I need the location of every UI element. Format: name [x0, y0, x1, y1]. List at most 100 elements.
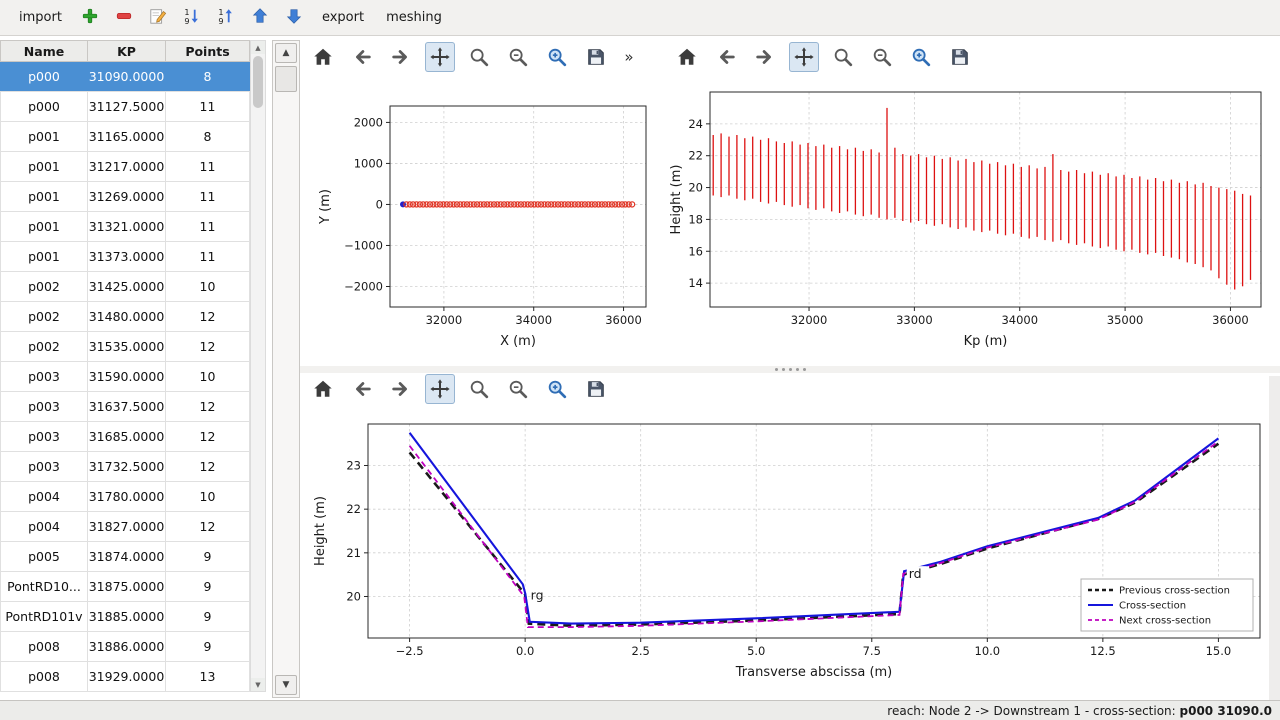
table-row[interactable]: p00431780.000010	[0, 482, 250, 512]
zoom-rect-icon	[546, 46, 568, 68]
panel-scrollbar-thumb[interactable]	[275, 66, 297, 92]
table-row[interactable]: p00031090.00008	[0, 62, 250, 92]
longitudinal-profile-plot[interactable]: 3200033000340003500036000141618202224Kp …	[665, 80, 1277, 365]
scroll-down-icon[interactable]: ▼	[251, 678, 265, 691]
cell-kp: 31929.0000	[88, 662, 166, 691]
table-row[interactable]: p00131373.000011	[0, 242, 250, 272]
table-row[interactable]: p00431827.000012	[0, 512, 250, 542]
home-button[interactable]	[672, 42, 702, 72]
sort-ascending-button[interactable]: 19	[177, 3, 207, 33]
column-header-points[interactable]: Points	[166, 41, 250, 61]
mpl-toolbar	[672, 42, 975, 72]
forward-button[interactable]	[386, 42, 416, 72]
svg-text:rd: rd	[909, 566, 922, 581]
cell-kp: 31590.0000	[88, 362, 166, 391]
home-icon	[676, 46, 698, 68]
column-header-kp[interactable]: KP	[88, 41, 166, 61]
zoom-out-button[interactable]	[503, 374, 533, 404]
remove-cross-section-button[interactable]	[109, 3, 139, 33]
table-row[interactable]: PontRD101v31885.00009	[0, 602, 250, 632]
zoom-rect-button[interactable]	[542, 374, 572, 404]
cell-points: 9	[166, 632, 250, 661]
table-row[interactable]: p00331590.000010	[0, 362, 250, 392]
meshing-button[interactable]: meshing	[377, 4, 451, 31]
column-header-name[interactable]: Name	[0, 41, 88, 61]
table-row[interactable]: p00131217.000011	[0, 152, 250, 182]
import-button[interactable]: import	[10, 4, 71, 31]
home-button[interactable]	[308, 374, 338, 404]
table-row[interactable]: p00031127.500011	[0, 92, 250, 122]
cell-name: p005	[0, 542, 88, 571]
status-bar: reach: Node 2 -> Downstream 1 - cross-se…	[0, 700, 1280, 720]
zoom-rect-icon	[910, 46, 932, 68]
svg-text:rg: rg	[531, 588, 544, 603]
save-button[interactable]	[581, 42, 611, 72]
back-button[interactable]	[711, 42, 741, 72]
toolbar-overflow-button[interactable]: »	[620, 42, 638, 72]
cell-kp: 31373.0000	[88, 242, 166, 271]
zoom-out-button[interactable]	[867, 42, 897, 72]
table-row[interactable]: PontRD10...31875.00009	[0, 572, 250, 602]
forward-button[interactable]	[386, 374, 416, 404]
edit-button[interactable]	[143, 3, 173, 33]
splitter-handle[interactable]	[300, 366, 1280, 373]
panel-scroll-down-icon[interactable]: ▼	[275, 675, 297, 695]
home-button[interactable]	[308, 42, 338, 72]
pan-icon	[429, 378, 451, 400]
svg-text:2.5: 2.5	[632, 644, 650, 658]
pan-button[interactable]	[425, 42, 455, 72]
svg-text:16: 16	[688, 244, 703, 258]
pan-button[interactable]	[789, 42, 819, 72]
cell-kp: 31780.0000	[88, 482, 166, 511]
svg-text:21: 21	[346, 546, 361, 560]
table-row[interactable]: p00131165.00008	[0, 122, 250, 152]
add-cross-section-button[interactable]	[75, 3, 105, 33]
move-up-button[interactable]	[245, 3, 275, 33]
svg-text:Y (m): Y (m)	[318, 189, 333, 225]
export-button[interactable]: export	[313, 4, 373, 31]
cross-section-table: Name KP Points p00031090.00008p00031127.…	[0, 40, 250, 692]
save-button[interactable]	[945, 42, 975, 72]
panel-scrollbar[interactable]: ▲ ▼	[272, 40, 300, 698]
svg-text:34000: 34000	[1001, 313, 1038, 327]
table-row[interactable]: p00331637.500012	[0, 392, 250, 422]
zoom-rect-button[interactable]	[906, 42, 936, 72]
table-row[interactable]: p00531874.00009	[0, 542, 250, 572]
forward-button[interactable]	[750, 42, 780, 72]
plan-view-plot[interactable]: 320003400036000−2000−1000010002000X (m)Y…	[305, 80, 660, 365]
move-down-button[interactable]	[279, 3, 309, 33]
svg-text:Height (m): Height (m)	[669, 165, 684, 235]
cross-section-plot[interactable]: −2.50.02.55.07.510.012.515.020212223rgrd…	[300, 408, 1268, 698]
cell-name: p001	[0, 182, 88, 211]
table-row[interactable]: p00331732.500012	[0, 452, 250, 482]
table-row[interactable]: p00231480.000012	[0, 302, 250, 332]
save-button[interactable]	[581, 374, 611, 404]
zoom-button[interactable]	[464, 42, 494, 72]
table-row[interactable]: p00131269.000011	[0, 182, 250, 212]
zoom-button[interactable]	[828, 42, 858, 72]
pan-button[interactable]	[425, 374, 455, 404]
table-row[interactable]: p00831929.000013	[0, 662, 250, 692]
scroll-up-icon[interactable]: ▲	[251, 41, 265, 54]
table-scrollbar[interactable]: ▲ ▼	[250, 40, 266, 692]
table-scrollbar-thumb[interactable]	[253, 56, 263, 108]
table-row[interactable]: p00231425.000010	[0, 272, 250, 302]
sort-descending-button[interactable]: 19	[211, 3, 241, 33]
cell-name: PontRD101v	[0, 602, 88, 631]
cell-name: p008	[0, 632, 88, 661]
zoom-out-button[interactable]	[503, 42, 533, 72]
zoom-rect-button[interactable]	[542, 42, 572, 72]
panel-scroll-up-icon[interactable]: ▲	[275, 43, 297, 63]
table-row[interactable]: p00131321.000011	[0, 212, 250, 242]
table-row[interactable]: p00331685.000012	[0, 422, 250, 452]
cell-kp: 31875.0000	[88, 572, 166, 601]
cell-name: p003	[0, 452, 88, 481]
cell-kp: 31685.0000	[88, 422, 166, 451]
back-button[interactable]	[347, 374, 377, 404]
table-row[interactable]: p00831886.00009	[0, 632, 250, 662]
svg-text:1000: 1000	[354, 156, 383, 170]
back-button[interactable]	[347, 42, 377, 72]
cell-name: PontRD10...	[0, 572, 88, 601]
zoom-button[interactable]	[464, 374, 494, 404]
table-row[interactable]: p00231535.000012	[0, 332, 250, 362]
